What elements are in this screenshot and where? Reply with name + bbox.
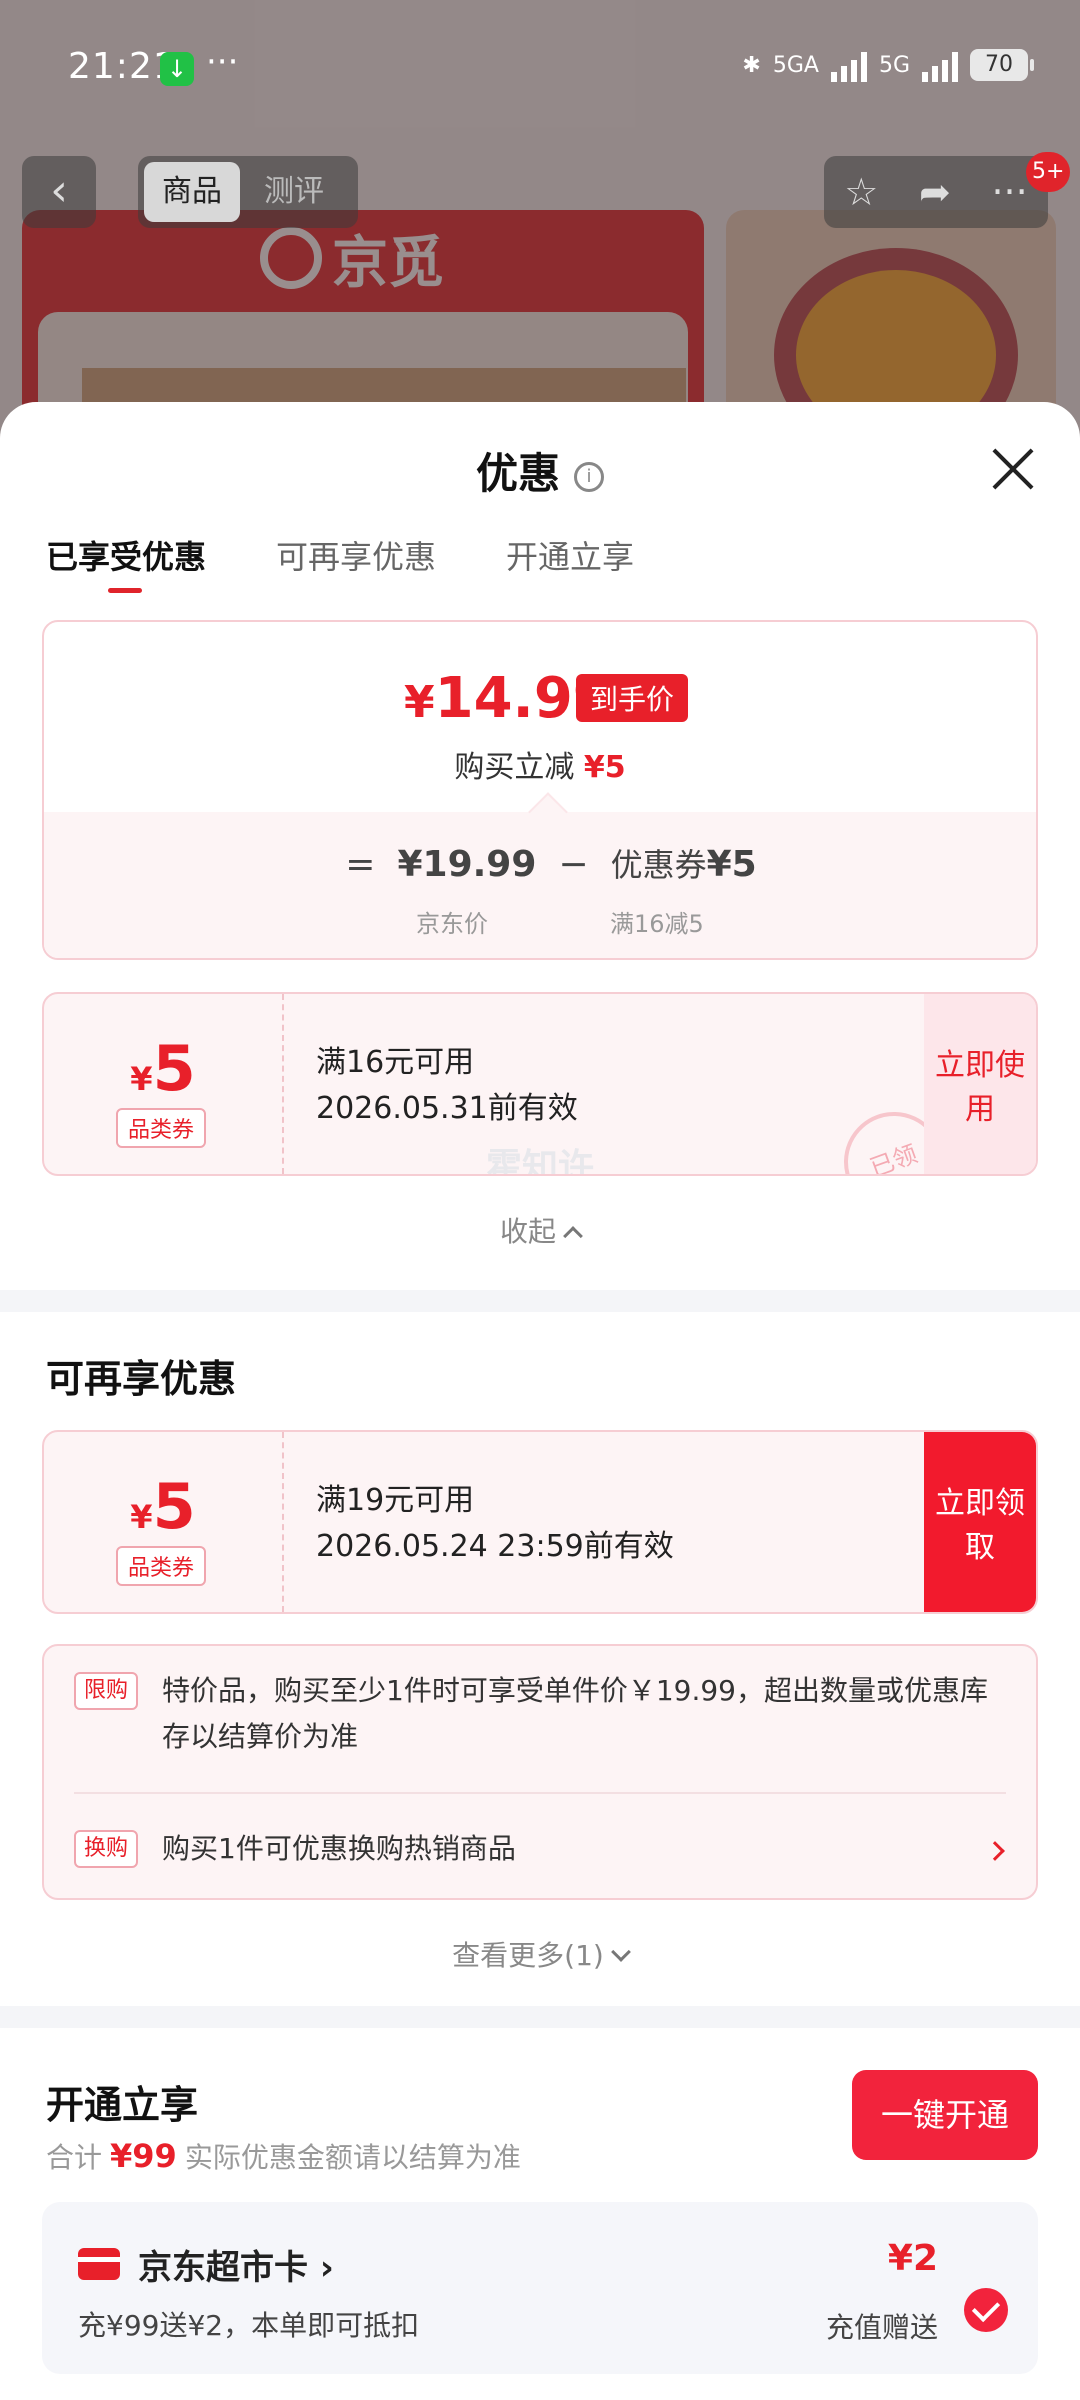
tab-product[interactable]: 商品 <box>144 162 240 222</box>
tab-enjoyed[interactable]: 已享受优惠 <box>46 532 206 593</box>
open-enjoy-title: 开通立享 <box>46 2083 199 2127</box>
download-icon: ↓ <box>160 52 194 86</box>
bonus-amount: ¥2 <box>887 2238 938 2279</box>
price-formula: = ¥19.99− 优惠券¥5 <box>345 844 757 885</box>
card-desc: 充¥99送¥2，本单即可抵扣 <box>78 2309 420 2342</box>
see-more-button[interactable]: 查看更多(1) <box>0 1934 1080 1974</box>
top-actions: ☆ ➦ ··· <box>824 156 1048 228</box>
discount-sheet: 优惠 i 已享受优惠 可再享优惠 开通立享 ¥14.99 到手价 购买立减 ¥5 … <box>0 402 1080 2400</box>
sheet-title: 优惠 i <box>0 440 1080 501</box>
bonus-label: 充值赠送 <box>825 2311 938 2344</box>
status-bar: 21:21 ↓ ··· ✱ 5GA 5G 70 <box>0 0 1080 140</box>
bluetooth-icon: ✱ <box>742 52 761 78</box>
enjoyed-coupon: ¥5 品类券 满16元可用 2026.05.31前有效 霍知许 已领 立即使用 <box>42 992 1038 1176</box>
coupon-type: 品类券 <box>116 1546 207 1586</box>
chevron-down-icon <box>610 1942 631 1962</box>
one-click-open-button[interactable]: 一键开通 <box>852 2070 1038 2160</box>
share-icon[interactable]: ➦ <box>919 170 951 214</box>
back-button[interactable]: ‹ <box>22 156 96 228</box>
watermark-text: 霍知许 <box>486 1147 595 1176</box>
product-tabs: 商品 测评 <box>138 156 358 228</box>
card-icon <box>78 2248 120 2280</box>
exchange-rule[interactable]: 换购 购买1件可优惠换购热销商品 <box>74 1826 1006 1872</box>
collapse-button[interactable]: 收起 <box>0 1210 1080 1250</box>
more-menu-icon[interactable]: ··· <box>991 170 1027 214</box>
signal-bars-icon <box>830 48 867 82</box>
close-button[interactable] <box>986 442 1040 496</box>
favorite-star-icon[interactable]: ☆ <box>844 170 878 214</box>
chevron-up-icon <box>563 1226 583 1246</box>
info-icon[interactable]: i <box>574 461 604 492</box>
sheet-title-text: 优惠 <box>475 449 560 498</box>
signal-bars-2-icon <box>922 48 958 82</box>
supermarket-card-offer[interactable]: 京东超市卡 › 充¥99送¥2，本单即可抵扣 ¥2 充值赠送 <box>42 2202 1038 2374</box>
coupon-details: 满16元可用 2026.05.31前有效 <box>316 1045 578 1126</box>
coupon-details: 满19元可用 2026.05.24 23:59前有效 <box>316 1483 674 1564</box>
section-divider <box>0 2006 1080 2028</box>
purchase-rules: 限购 特价品，购买至少1件时可享受单件价￥19.99，超出数量或优惠库存以结算价… <box>42 1644 1038 1900</box>
section-divider <box>0 1290 1080 1312</box>
more-notifications-icon: ··· <box>206 42 239 82</box>
coupon-type: 品类券 <box>116 1108 207 1148</box>
coupon-rule-label: 满16减5 <box>610 910 704 938</box>
signal-label-1: 5GA <box>772 52 819 78</box>
coupon-amount: ¥5 <box>130 1032 196 1105</box>
tab-more-available[interactable]: 可再享优惠 <box>276 532 436 578</box>
tab-open-enjoy[interactable]: 开通立享 <box>506 532 634 578</box>
battery-icon: 70 <box>970 49 1034 81</box>
open-total-line: 合计 ¥99 实际优惠金额请以结算为准 <box>46 2137 521 2175</box>
status-icons: ✱ 5GA 5G 70 <box>742 48 1034 82</box>
available-coupon: ¥5 品类券 满19元可用 2026.05.24 23:59前有效 立即领取 <box>42 1430 1038 1614</box>
coupon-amount: ¥5 <box>130 1470 196 1543</box>
checkmark-icon[interactable] <box>964 2288 1008 2332</box>
message-badge: 5+ <box>1026 152 1071 192</box>
discount-tabs: 已享受优惠 可再享优惠 开通立享 <box>46 532 634 593</box>
tab-review[interactable]: 测评 <box>246 162 342 222</box>
final-price-tag: 到手价 <box>576 674 689 722</box>
use-now-button[interactable]: 立即使用 <box>924 994 1036 1174</box>
price-summary-card: ¥14.99 到手价 购买立减 ¥5 = ¥19.99− 优惠券¥5 京东价 满16… <box>42 620 1038 960</box>
card-title: 京东超市卡 › <box>138 2248 334 2288</box>
limit-rule: 限购 特价品，购买至少1件时可享受单件价￥19.99，超出数量或优惠库存以结算价… <box>74 1668 1006 1760</box>
more-discounts-title: 可再享优惠 <box>46 1357 237 1401</box>
signal-label-2: 5G <box>878 52 910 78</box>
claim-now-button[interactable]: 立即领取 <box>924 1432 1036 1612</box>
instant-discount-line: 购买立减 ¥5 <box>454 750 626 785</box>
base-price-label: 京东价 <box>416 910 488 938</box>
